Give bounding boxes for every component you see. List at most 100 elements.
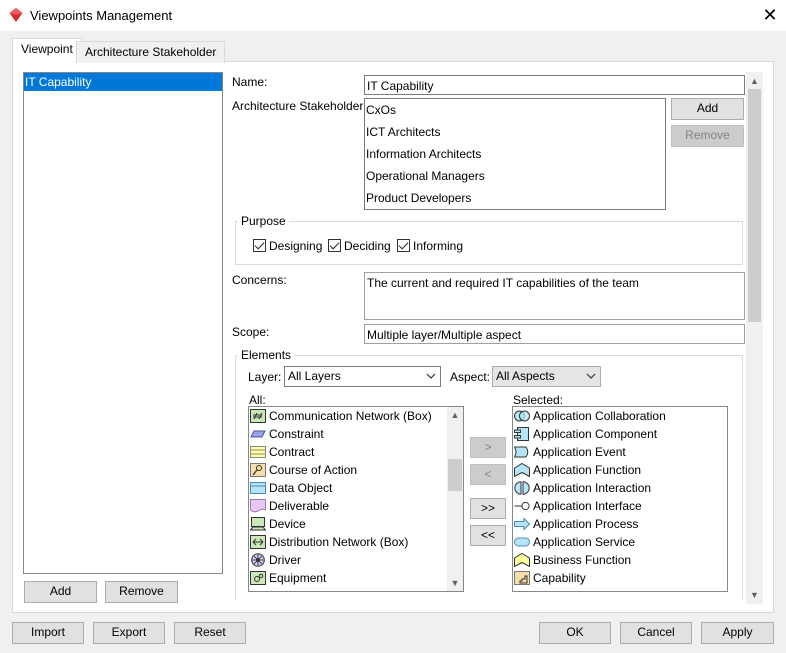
purpose-title: Purpose	[238, 214, 289, 228]
equipment-icon	[250, 571, 266, 585]
apply-button[interactable]: Apply	[701, 622, 774, 644]
list-item[interactable]: ICT Architects	[365, 121, 665, 143]
remove-viewpoint-button[interactable]: Remove	[105, 581, 178, 603]
application-interaction-icon	[514, 481, 530, 495]
chevron-down-icon	[586, 373, 596, 379]
list-item[interactable]: Deliverable	[249, 497, 446, 515]
list-item[interactable]: Product Developers	[365, 187, 665, 209]
course-of-action-icon	[250, 463, 266, 477]
informing-checkbox[interactable]	[397, 239, 410, 252]
list-item[interactable]: Application Collaboration	[513, 407, 727, 425]
scrollbar-thumb[interactable]	[748, 89, 761, 322]
list-item[interactable]: Application Interaction	[513, 479, 727, 497]
aspect-dropdown-value: All Aspects	[496, 369, 555, 383]
close-icon[interactable]: ✕	[760, 5, 780, 25]
concerns-label: Concerns:	[232, 273, 287, 287]
aspect-label: Aspect:	[450, 370, 491, 384]
application-collaboration-icon	[514, 410, 530, 422]
add-selected-button[interactable]: >	[470, 437, 506, 458]
viewpoint-list[interactable]: IT Capability	[23, 72, 223, 574]
all-elements-label: All:	[249, 393, 266, 407]
driver-icon	[251, 553, 265, 567]
elements-title: Elements	[238, 348, 295, 362]
application-component-icon	[514, 427, 529, 441]
ok-button[interactable]: OK	[539, 622, 611, 644]
list-item[interactable]: Application Function	[513, 461, 727, 479]
list-item[interactable]: Course of Action	[249, 461, 446, 479]
scrollbar-thumb[interactable]	[448, 459, 462, 491]
list-item[interactable]: Application Component	[513, 425, 727, 443]
tab-architecture-stakeholder[interactable]: Architecture Stakeholder	[76, 41, 226, 63]
window-title: Viewpoints Management	[30, 8, 173, 23]
scope-input[interactable]: Multiple layer/Multiple aspect	[364, 324, 745, 344]
remove-all-button[interactable]: <<	[470, 525, 506, 546]
scope-label: Scope:	[232, 325, 270, 339]
list-item[interactable]: Driver	[249, 551, 446, 569]
list-item[interactable]: CxOs	[365, 99, 665, 121]
add-all-button[interactable]: >>	[470, 498, 506, 519]
layer-label: Layer:	[248, 370, 282, 384]
informing-label: Informing	[413, 239, 464, 253]
deciding-checkbox[interactable]	[328, 239, 341, 252]
concerns-textarea[interactable]: The current and required IT capabilities…	[364, 272, 745, 320]
scroll-down-icon[interactable]: ▼	[447, 577, 463, 589]
aspect-dropdown[interactable]: All Aspects	[492, 366, 601, 387]
layer-dropdown-value: All Layers	[288, 369, 341, 383]
all-elements-list[interactable]: Communication Network (Box) Constraint C…	[248, 406, 464, 592]
list-item[interactable]: Capability	[513, 569, 727, 587]
list-item[interactable]: Equipment	[249, 569, 446, 587]
constraint-icon	[250, 430, 266, 438]
list-item[interactable]: Contract	[249, 443, 446, 461]
add-viewpoint-button[interactable]: Add	[24, 581, 97, 603]
list-item[interactable]: Distribution Network (Box)	[249, 533, 446, 551]
deciding-label: Deciding	[344, 239, 391, 253]
designing-checkbox[interactable]	[253, 239, 266, 252]
remove-selected-button[interactable]: <	[470, 464, 506, 485]
scroll-down-icon[interactable]: ▼	[746, 589, 763, 601]
list-item[interactable]: Application Process	[513, 515, 727, 533]
list-item[interactable]: Constraint	[249, 425, 446, 443]
list-item[interactable]: Operational Managers	[365, 165, 665, 187]
application-service-icon	[514, 537, 530, 547]
list-item[interactable]: Data Object	[249, 479, 446, 497]
stakeholders-list[interactable]: CxOs ICT Architects Information Architec…	[364, 98, 666, 210]
export-button[interactable]: Export	[93, 622, 165, 644]
capability-icon	[514, 571, 530, 585]
contract-icon	[250, 446, 266, 458]
list-item[interactable]: Communication Network (Box)	[249, 407, 446, 425]
deliverable-icon	[250, 499, 266, 513]
reset-button[interactable]: Reset	[174, 622, 246, 644]
tab-viewpoint[interactable]: Viewpoint	[12, 38, 82, 62]
layer-dropdown[interactable]: All Layers	[284, 366, 441, 387]
application-interface-icon	[514, 501, 530, 511]
application-event-icon	[514, 446, 529, 458]
selected-elements-label: Selected:	[513, 393, 564, 407]
app-logo-icon	[9, 8, 23, 22]
stakeholders-label: Architecture Stakeholders:	[232, 99, 373, 113]
list-item[interactable]: Information Architects	[365, 143, 665, 165]
remove-stakeholder-button[interactable]: Remove	[671, 125, 744, 147]
all-list-scrollbar[interactable]: ▲ ▼	[447, 407, 463, 591]
list-item[interactable]: Application Event	[513, 443, 727, 461]
distribution-network-icon	[250, 535, 266, 549]
scroll-up-icon[interactable]: ▲	[746, 75, 763, 87]
name-input[interactable]: IT Capability	[364, 75, 745, 95]
device-icon	[250, 517, 266, 531]
business-function-icon	[514, 553, 530, 567]
viewpoint-list-item-selected[interactable]: IT Capability	[24, 73, 222, 91]
selected-elements-list[interactable]: Application Collaboration Application Co…	[512, 406, 728, 592]
list-item[interactable]: Application Interface	[513, 497, 727, 515]
designing-label: Designing	[269, 239, 323, 253]
application-process-icon	[514, 517, 530, 531]
form-scrollbar[interactable]: ▲ ▼	[746, 72, 763, 604]
data-object-icon	[250, 482, 266, 494]
scroll-up-icon[interactable]: ▲	[447, 409, 463, 421]
list-item[interactable]: Application Service	[513, 533, 727, 551]
list-item[interactable]: Device	[249, 515, 446, 533]
list-item[interactable]: Business Function	[513, 551, 727, 569]
name-label: Name:	[232, 75, 268, 89]
communication-network-icon	[250, 409, 266, 423]
add-stakeholder-button[interactable]: Add	[671, 98, 744, 120]
cancel-button[interactable]: Cancel	[620, 622, 692, 644]
import-button[interactable]: Import	[12, 622, 84, 644]
